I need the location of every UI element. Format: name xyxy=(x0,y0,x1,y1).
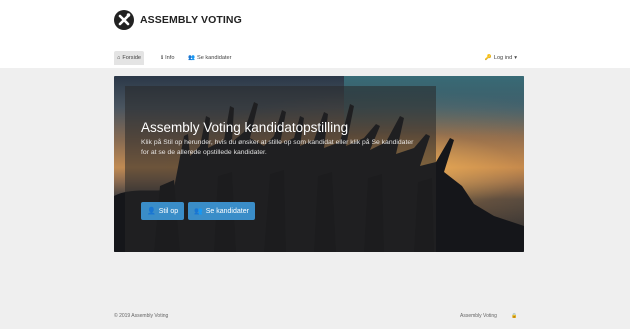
nav-se-kandidater-label: Se kandidater xyxy=(196,55,232,61)
nav-info[interactable]: ℹ Info xyxy=(158,51,177,65)
nav-se-kandidater[interactable]: 👥 Se kandidater xyxy=(185,51,235,65)
footer-assembly-voting-link[interactable]: Assembly Voting xyxy=(460,313,497,319)
nav-forside-label: Forside xyxy=(122,55,142,61)
hero-banner: Assembly Voting kandidatopstilling Klik … xyxy=(114,76,524,252)
user-icon: 👤 xyxy=(147,208,156,215)
stil-op-label: Stil op xyxy=(158,207,179,215)
home-icon: ⌂ xyxy=(117,55,121,61)
nav-log-ind[interactable]: 🔑 Log ind ▾ xyxy=(482,51,522,65)
lock-icon[interactable]: 🔒 xyxy=(511,313,517,319)
brand-name: ASSEMBLY VOTING xyxy=(140,14,242,26)
footer-right: Assembly Voting 🔒 xyxy=(460,313,517,319)
info-icon: ℹ xyxy=(161,55,164,61)
se-kandidater-label: Se kandidater xyxy=(205,207,249,215)
brand[interactable]: ASSEMBLY VOTING xyxy=(114,10,242,30)
nav-info-label: Info xyxy=(165,55,175,61)
hero-overlay xyxy=(125,86,436,252)
login-icon: 🔑 xyxy=(484,55,492,61)
users-icon: 👥 xyxy=(194,208,203,215)
assembly-voting-logo-icon xyxy=(114,10,134,30)
hero-description: Klik på Stil op herunder, hvis du ønsker… xyxy=(141,139,414,156)
nav-log-ind-label: Log ind xyxy=(493,55,513,61)
footer-copyright: © 2019 Assembly Voting xyxy=(114,313,169,319)
navbar: ⌂ Forside ℹ Info 👥 Se kandidater 🔑 Log i… xyxy=(114,50,524,66)
caret-down-icon: ▾ xyxy=(514,55,517,61)
header: ASSEMBLY VOTING ⌂ Forside ℹ Info 👥 Se ka… xyxy=(0,0,630,68)
hero-title: Assembly Voting kandidatopstilling xyxy=(141,120,349,135)
nav-forside[interactable]: ⌂ Forside xyxy=(114,51,145,65)
users-icon: 👥 xyxy=(188,55,195,61)
stil-op-button[interactable]: 👤 Stil op xyxy=(141,202,185,220)
se-kandidater-button[interactable]: 👥 Se kandidater xyxy=(188,202,255,220)
